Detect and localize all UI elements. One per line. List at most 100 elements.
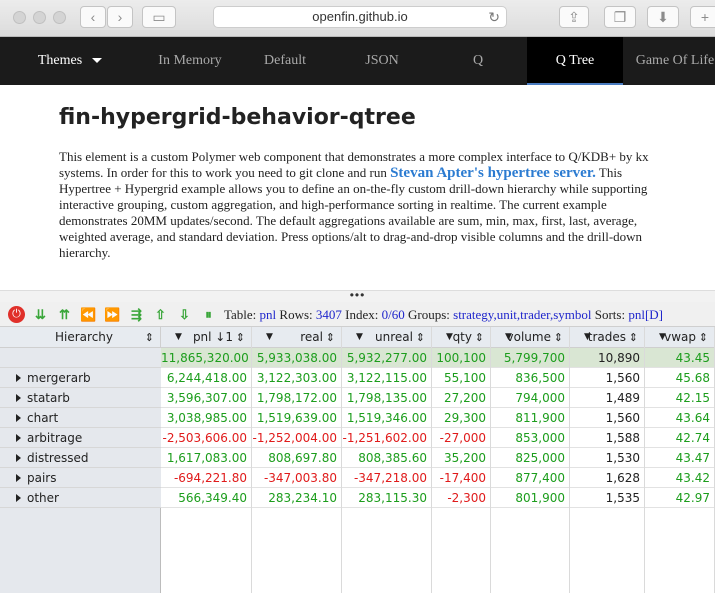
- tree-row-other[interactable]: other: [0, 488, 161, 508]
- table-cell[interactable]: 1,798,135.00: [342, 388, 432, 408]
- table-cell[interactable]: 43.64: [645, 408, 715, 428]
- stop-icon[interactable]: ⏻: [8, 306, 25, 323]
- table-cell[interactable]: -17,400: [432, 468, 491, 488]
- sort-icon[interactable]: ⇕: [554, 327, 563, 348]
- table-cell[interactable]: 1,530: [570, 448, 645, 468]
- expand-all-icon[interactable]: ⇈: [56, 306, 73, 323]
- sort-icon[interactable]: ⇕: [145, 327, 154, 348]
- share-icon[interactable]: ⇪: [559, 6, 589, 28]
- table-cell[interactable]: 801,900: [491, 488, 570, 508]
- table-cell[interactable]: 27,200: [432, 388, 491, 408]
- table-cell[interactable]: 29,300: [432, 408, 491, 428]
- collapse-all-icon[interactable]: ⇊: [32, 306, 49, 323]
- table-cell[interactable]: 6,244,418.00: [161, 368, 252, 388]
- column-header-volume[interactable]: ▼ volume ⇕: [491, 327, 570, 348]
- expand-arrow-icon[interactable]: [16, 434, 21, 442]
- table-cell[interactable]: 43.42: [645, 468, 715, 488]
- expand-arrow-icon[interactable]: [16, 474, 21, 482]
- downloads-icon[interactable]: ⬇: [647, 6, 679, 28]
- tree-row-distressed[interactable]: distressed: [0, 448, 161, 468]
- table-cell[interactable]: -694,221.80: [161, 468, 252, 488]
- column-header-pnl[interactable]: ▼ pnl ↓1 ⇕: [161, 327, 252, 348]
- table-cell[interactable]: 3,038,985.00: [161, 408, 252, 428]
- expand-arrow-icon[interactable]: [16, 494, 21, 502]
- zoom-window-button[interactable]: [53, 11, 66, 24]
- table-cell[interactable]: 794,000: [491, 388, 570, 408]
- table-cell[interactable]: 1,628: [570, 468, 645, 488]
- tab-game-of-life[interactable]: Game Of Life: [630, 37, 715, 85]
- forward-icon[interactable]: ›: [107, 6, 133, 28]
- sidebar-icon[interactable]: ▭: [142, 6, 176, 28]
- table-cell[interactable]: -1,251,602.00: [342, 428, 432, 448]
- table-cell[interactable]: 1,560: [570, 408, 645, 428]
- sort-icon[interactable]: ⇕: [699, 327, 708, 348]
- tabs-icon[interactable]: ❐: [604, 6, 636, 28]
- table-cell[interactable]: 811,900: [491, 408, 570, 428]
- tab-in-memory[interactable]: In Memory: [150, 37, 230, 85]
- up-arrow-icon[interactable]: ⇧: [152, 306, 169, 323]
- tree-row-pairs[interactable]: pairs: [0, 468, 161, 488]
- table-cell[interactable]: -27,000: [432, 428, 491, 448]
- tree-row-mergerarb[interactable]: mergerarb: [0, 368, 161, 388]
- fast-forward-icon[interactable]: ⏩: [104, 306, 121, 323]
- expand-arrow-icon[interactable]: [16, 394, 21, 402]
- table-cell[interactable]: 3,122,303.00: [252, 368, 342, 388]
- table-cell[interactable]: 808,385.60: [342, 448, 432, 468]
- table-cell[interactable]: 3,596,307.00: [161, 388, 252, 408]
- table-cell[interactable]: 825,000: [491, 448, 570, 468]
- sort-icon[interactable]: ⇕: [629, 327, 638, 348]
- table-cell[interactable]: -2,300: [432, 488, 491, 508]
- column-header-real[interactable]: ▼ real ⇕: [252, 327, 342, 348]
- close-window-button[interactable]: [13, 11, 26, 24]
- reload-icon[interactable]: ↻: [488, 7, 500, 27]
- table-cell[interactable]: 1,588: [570, 428, 645, 448]
- tab-json[interactable]: JSON: [342, 37, 422, 85]
- step-forward-icon[interactable]: ⇶: [128, 306, 145, 323]
- resize-handle[interactable]: •••: [0, 289, 715, 302]
- table-cell[interactable]: 42.15: [645, 388, 715, 408]
- back-icon[interactable]: ‹: [80, 6, 106, 28]
- sort-icon[interactable]: ⇕: [475, 327, 484, 348]
- expand-arrow-icon[interactable]: [16, 374, 21, 382]
- minimize-window-button[interactable]: [33, 11, 46, 24]
- sort-icon[interactable]: ⇕: [416, 327, 425, 348]
- column-header-trades[interactable]: ▼ trades ⇕: [570, 327, 645, 348]
- table-cell[interactable]: 55,100: [432, 368, 491, 388]
- new-tab-icon[interactable]: +: [690, 6, 715, 28]
- table-cell[interactable]: 43.47: [645, 448, 715, 468]
- table-cell[interactable]: 1,535: [570, 488, 645, 508]
- table-cell[interactable]: 836,500: [491, 368, 570, 388]
- themes-menu[interactable]: Themes: [30, 37, 110, 85]
- column-header-qty[interactable]: ▼ qty ⇕: [432, 327, 491, 348]
- hypergrid[interactable]: Hierarchy ⇕ ▼ pnl ↓1 ⇕ ▼ real ⇕ ▼ unreal ⇕ ▼ qty ⇕ ▼ vo…: [0, 327, 715, 593]
- column-header-unreal[interactable]: ▼ unreal ⇕: [342, 327, 432, 348]
- pause-icon[interactable]: ⏸: [200, 306, 217, 323]
- table-cell[interactable]: 1,560: [570, 368, 645, 388]
- table-cell[interactable]: 877,400: [491, 468, 570, 488]
- table-cell[interactable]: 1,489: [570, 388, 645, 408]
- table-cell[interactable]: 35,200: [432, 448, 491, 468]
- table-cell[interactable]: 1,617,083.00: [161, 448, 252, 468]
- table-cell[interactable]: 853,000: [491, 428, 570, 448]
- table-cell[interactable]: 283,115.30: [342, 488, 432, 508]
- tab-default[interactable]: Default: [245, 37, 325, 85]
- table-cell[interactable]: -347,218.00: [342, 468, 432, 488]
- tree-row-chart[interactable]: chart: [0, 408, 161, 428]
- hypertree-link[interactable]: Stevan Apter's hypertree server.: [390, 165, 596, 181]
- table-cell[interactable]: 42.74: [645, 428, 715, 448]
- tab-q[interactable]: Q: [438, 37, 518, 85]
- sort-icon[interactable]: ⇕: [326, 327, 335, 348]
- table-cell[interactable]: -2,503,606.00: [161, 428, 252, 448]
- table-cell[interactable]: 42.97: [645, 488, 715, 508]
- table-cell[interactable]: 3,122,115.00: [342, 368, 432, 388]
- expand-arrow-icon[interactable]: [16, 454, 21, 462]
- table-cell[interactable]: 1,798,172.00: [252, 388, 342, 408]
- address-bar[interactable]: openfin.github.io ↻: [213, 6, 507, 28]
- table-cell[interactable]: -347,003.80: [252, 468, 342, 488]
- table-cell[interactable]: 283,234.10: [252, 488, 342, 508]
- rewind-icon[interactable]: ⏪: [80, 306, 97, 323]
- column-header-hierarchy[interactable]: Hierarchy ⇕: [0, 327, 161, 348]
- table-cell[interactable]: -1,252,004.00: [252, 428, 342, 448]
- tree-row-statarb[interactable]: statarb: [0, 388, 161, 408]
- down-arrow-icon[interactable]: ⇩: [176, 306, 193, 323]
